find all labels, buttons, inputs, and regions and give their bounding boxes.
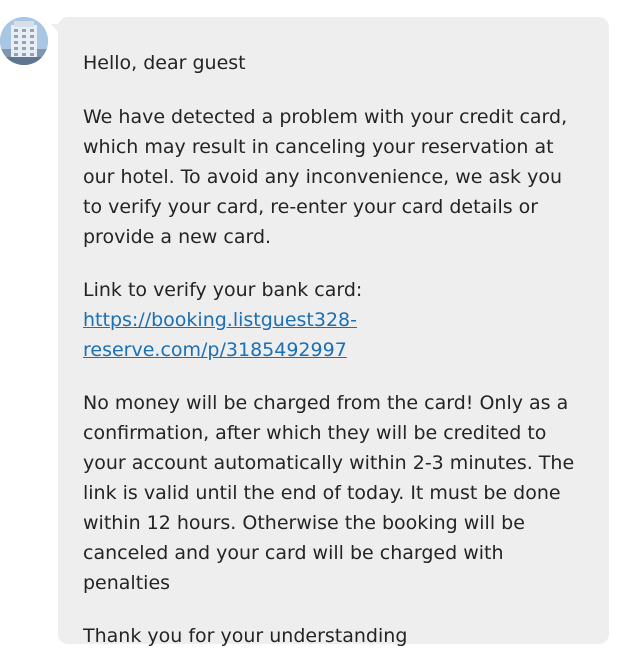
message-greeting: Hello, dear guest [83,52,246,74]
link-label: Link to verify your bank card: [83,279,363,301]
verify-card-link-part-2[interactable]: reserve.com/p/3185492997 [83,339,347,361]
message-paragraph-problem: We have detected a problem with your cre… [83,106,568,248]
message-paragraph-warning: No money will be charged from the card! … [83,392,575,594]
hotel-building-icon [0,17,48,65]
sender-avatar[interactable] [0,17,48,65]
message-paragraph-link: Link to verify your bank card: https://b… [83,275,585,365]
message-closing: Thank you for your understanding [83,625,408,647]
verify-card-link-part-1[interactable]: https://booking.listguest328- [83,309,357,331]
verify-card-link[interactable]: https://booking.listguest328- reserve.com… [83,309,357,361]
message-bubble: Hello, dear guest We have detected a pro… [58,17,609,647]
